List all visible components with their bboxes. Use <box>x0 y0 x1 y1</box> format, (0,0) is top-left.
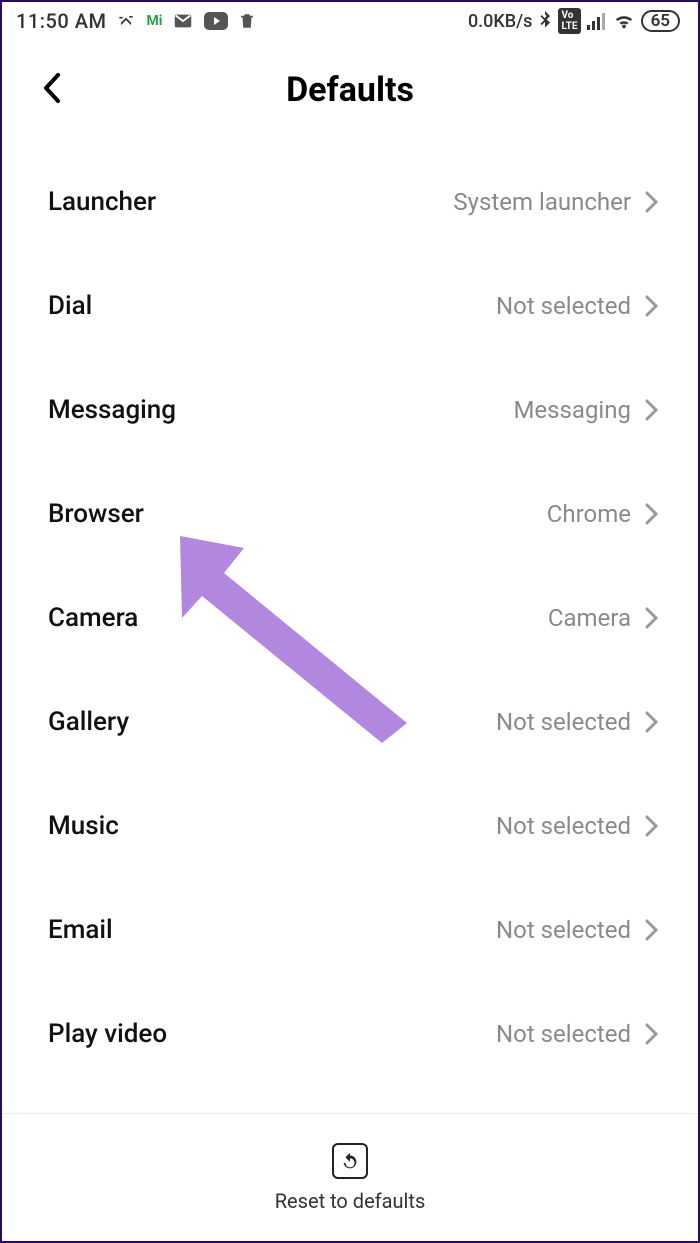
row-dial[interactable]: Dial Not selected <box>2 254 698 358</box>
status-time: 11:50 AM <box>16 9 106 33</box>
row-email[interactable]: Email Not selected <box>2 878 698 982</box>
row-label: Messaging <box>48 395 176 425</box>
row-label: Launcher <box>48 187 156 217</box>
signal-icon <box>587 12 607 30</box>
row-music[interactable]: Music Not selected <box>2 774 698 878</box>
page-title: Defaults <box>42 70 658 110</box>
row-value: System launcher <box>453 188 631 216</box>
row-messaging[interactable]: Messaging Messaging <box>2 358 698 462</box>
missed-call-icon <box>116 11 136 31</box>
row-value: Not selected <box>496 916 631 944</box>
bluetooth-icon <box>538 11 552 31</box>
row-label: Play video <box>48 1019 167 1049</box>
row-launcher[interactable]: Launcher System launcher <box>2 150 698 254</box>
wifi-icon <box>613 12 635 30</box>
row-value: Not selected <box>496 708 631 736</box>
trash-icon <box>238 11 256 31</box>
status-bar: 11:50 AM Mi 0.0KB/s VoLTE 65 <box>2 2 698 40</box>
row-browser[interactable]: Browser Chrome <box>2 462 698 566</box>
data-rate: 0.0KB/s <box>468 11 533 32</box>
row-label: Email <box>48 915 113 945</box>
battery-indicator: 65 <box>641 10 680 32</box>
chevron-right-icon <box>645 503 658 525</box>
row-value: Chrome <box>547 500 631 528</box>
row-value: Messaging <box>513 396 631 424</box>
row-value: Not selected <box>496 812 631 840</box>
row-value: Not selected <box>496 292 631 320</box>
youtube-icon <box>204 12 228 30</box>
chevron-right-icon <box>645 295 658 317</box>
row-label: Gallery <box>48 707 129 737</box>
header: Defaults <box>2 40 698 140</box>
reset-label: Reset to defaults <box>275 1189 426 1213</box>
chevron-right-icon <box>645 191 658 213</box>
row-label: Dial <box>48 291 92 321</box>
row-value: Camera <box>548 604 631 632</box>
volte-icon: VoLTE <box>558 8 580 34</box>
row-play-video[interactable]: Play video Not selected <box>2 982 698 1086</box>
row-label: Music <box>48 811 119 841</box>
chevron-left-icon <box>42 71 62 105</box>
chevron-right-icon <box>645 919 658 941</box>
settings-list: Launcher System launcher Dial Not select… <box>2 140 698 1086</box>
row-label: Browser <box>48 499 144 529</box>
status-left: 11:50 AM Mi <box>16 9 256 33</box>
row-camera[interactable]: Camera Camera <box>2 566 698 670</box>
chevron-right-icon <box>645 711 658 733</box>
row-gallery[interactable]: Gallery Not selected <box>2 670 698 774</box>
chevron-right-icon <box>645 607 658 629</box>
reset-defaults-button[interactable]: Reset to defaults <box>2 1113 698 1241</box>
mi-credit-icon: Mi <box>146 13 162 29</box>
row-value: Not selected <box>496 1020 631 1048</box>
reset-icon <box>332 1143 368 1179</box>
status-right: 0.0KB/s VoLTE 65 <box>468 8 680 34</box>
chevron-right-icon <box>645 1023 658 1045</box>
chevron-right-icon <box>645 399 658 421</box>
gmail-icon <box>172 10 194 32</box>
row-label: Camera <box>48 603 138 633</box>
chevron-right-icon <box>645 815 658 837</box>
back-button[interactable] <box>42 71 62 109</box>
